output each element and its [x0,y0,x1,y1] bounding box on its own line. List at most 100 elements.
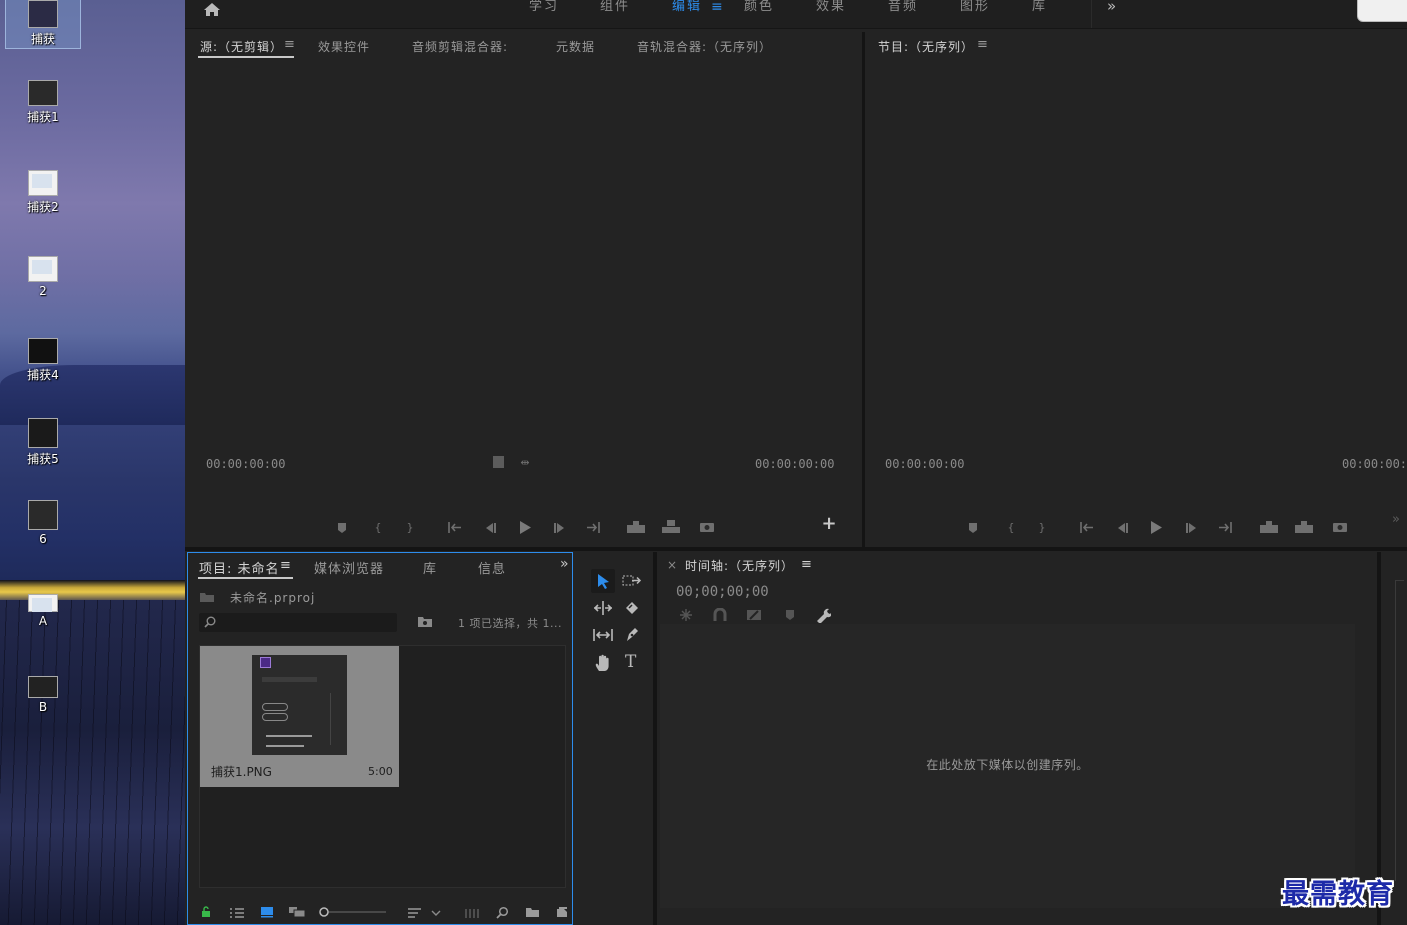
mark-in-icon[interactable]: { [1004,522,1018,534]
sort-icon[interactable] [407,907,423,919]
tab-project[interactable]: 项目: 未命名 [199,558,280,577]
pen-tool-icon[interactable] [624,626,640,643]
step-back-icon[interactable] [1115,522,1129,534]
timeline-menu-icon[interactable]: ≡ [801,557,813,572]
automate-to-sequence-icon[interactable] [464,907,482,919]
mark-in-icon[interactable]: { [371,522,385,534]
tab-audio-track-mixer[interactable]: 音轨混合器:（无序列） [637,38,772,55]
tab-audio-clip-mixer[interactable]: 音频剪辑混合器: [412,38,508,55]
desktop-icon-b[interactable]: B [6,676,80,714]
add-marker-icon[interactable] [336,522,348,534]
lock-icon[interactable] [201,906,211,918]
project-search-input[interactable] [199,613,397,632]
tab-timeline[interactable]: 时间轴:（无序列） [685,557,794,574]
step-back-icon[interactable] [483,522,497,534]
go-to-out-icon[interactable] [1217,521,1233,534]
tab-program[interactable]: 节目:（无序列） [878,38,974,55]
track-select-forward-icon[interactable] [622,574,642,588]
project-overflow-icon[interactable]: » [560,556,570,572]
workspace-tab-libraries[interactable]: 库 [1032,0,1047,14]
audio-meters-panel [1381,552,1407,925]
drag-video-icon[interactable] [493,456,504,468]
export-frame-camera-icon[interactable] [699,520,715,533]
program-panel-menu-icon[interactable]: ≡ [977,37,989,52]
desktop-icon-6[interactable]: 6 [6,500,80,546]
export-frame-camera-icon[interactable] [1332,520,1348,533]
source-panel-menu-icon[interactable]: ≡ [284,37,296,52]
icon-view-icon[interactable] [260,906,274,918]
add-marker-icon[interactable] [784,609,796,621]
timeline-drop-area[interactable]: 在此处放下媒体以创建序列。 [660,624,1355,908]
type-tool-icon[interactable]: T [625,652,636,672]
program-playhead-timecode[interactable]: 00:00:00:00 [885,457,964,471]
overwrite-icon[interactable] [661,519,681,534]
workspace-tab-graphics[interactable]: 图形 [960,0,990,14]
tab-effect-controls[interactable]: 效果控件 [318,38,370,55]
extract-icon[interactable] [1294,520,1314,534]
program-overflow-icon[interactable]: » [1389,513,1403,526]
add-marker-icon[interactable] [967,522,979,534]
go-to-out-icon[interactable] [585,521,601,534]
insert-icon[interactable] [626,520,646,534]
nest-sequence-icon[interactable] [679,608,693,622]
play-icon[interactable] [1149,520,1163,535]
new-bin-icon[interactable] [525,906,540,918]
tab-info[interactable]: 信息 [478,558,506,577]
panel-splitter-horizontal[interactable] [185,547,1407,551]
button-editor-add-icon[interactable]: + [821,515,837,533]
project-panel-menu-icon[interactable]: ≡ [280,558,292,573]
desktop-icon-capture5[interactable]: 捕获5 [6,418,80,467]
go-to-in-icon[interactable] [1079,521,1095,534]
mark-out-icon[interactable]: } [1035,522,1049,534]
tab-metadata[interactable]: 元数据 [556,38,595,55]
workspace-overflow-icon[interactable]: » [1107,0,1116,14]
thumbnail-detail [262,713,288,721]
workspace-tab-audio[interactable]: 音频 [888,0,918,14]
step-forward-icon[interactable] [553,522,567,534]
desktop-icon-2[interactable]: 2 [6,256,80,298]
workspace-tab-effects[interactable]: 效果 [816,0,846,14]
tab-source[interactable]: 源:（无剪辑） [200,38,283,55]
desktop-icon-capture2[interactable]: 捕获2 [6,170,80,215]
desktop-icon-capture[interactable]: 捕获 [5,0,81,49]
ripple-edit-icon[interactable] [593,600,613,616]
tab-libraries[interactable]: 库 [423,558,437,577]
desktop-icon-capture1[interactable]: 捕获1 [6,80,80,125]
go-to-in-icon[interactable] [447,521,463,534]
program-panel: 节目:（无序列） ≡ 00:00:00:00 00:00:00: { } » [865,32,1407,547]
tab-media-browser[interactable]: 媒体浏览器 [314,558,384,577]
workspace-tab-learn[interactable]: 学习 [529,0,559,14]
project-items-area[interactable]: 捕获1.PNG 5:00 [199,645,566,888]
project-item-card[interactable]: 捕获1.PNG 5:00 [200,646,399,787]
drag-audio-icon[interactable]: ⇹ [518,457,532,469]
zoom-slider[interactable] [318,905,388,919]
find-icon[interactable] [496,906,509,919]
freeform-view-icon[interactable] [288,906,306,918]
step-forward-icon[interactable] [1185,522,1199,534]
slip-tool-icon[interactable] [592,627,614,643]
workspace-menu-icon[interactable]: ≡ [711,0,723,14]
close-tab-icon[interactable]: × [667,558,678,572]
workspace-tab-color[interactable]: 颜色 [744,0,774,14]
desktop-icon-capture4[interactable]: 捕获4 [6,338,80,383]
source-playhead-timecode[interactable]: 00:00:00:00 [206,457,285,471]
new-item-icon[interactable] [556,906,568,918]
snap-magnet-icon[interactable] [713,608,727,622]
wrench-settings-icon[interactable] [815,607,831,623]
hand-tool-icon[interactable] [594,654,612,672]
mark-out-icon[interactable]: } [403,522,417,534]
home-icon[interactable] [203,2,221,17]
timeline-timecode[interactable]: 00;00;00;00 [676,584,769,600]
linked-selection-icon[interactable] [746,608,762,622]
play-icon[interactable] [518,520,532,535]
list-view-icon[interactable] [229,907,245,918]
razor-icon[interactable] [624,600,640,616]
chevron-down-icon[interactable] [431,909,441,917]
desktop-icon-a[interactable]: A [6,594,80,628]
workspace-tab-editing[interactable]: 编辑 [672,0,702,14]
find-folder-icon[interactable] [417,615,433,628]
selection-tool-button[interactable] [591,569,615,593]
lift-icon[interactable] [1259,520,1279,534]
search-box-partial[interactable] [1357,0,1407,22]
workspace-tab-assembly[interactable]: 组件 [600,0,630,14]
